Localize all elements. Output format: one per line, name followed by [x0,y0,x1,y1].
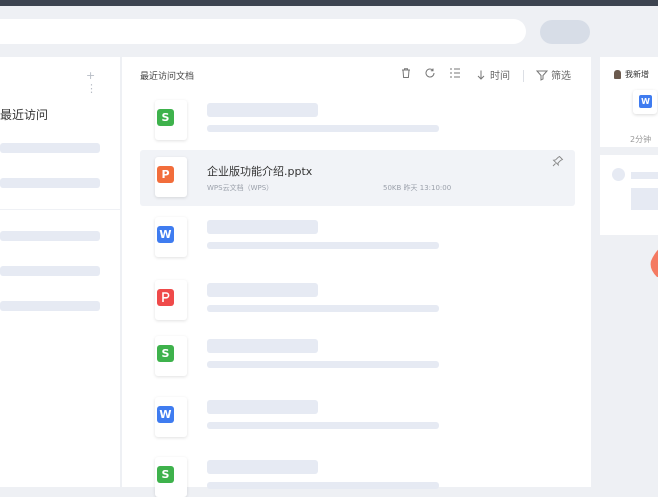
file-size-time: 50KB 昨天 13:10:00 [383,184,452,192]
delete-button[interactable] [400,67,412,79]
toolbar-divider [523,70,524,82]
divider [0,209,120,210]
file-icon: S [155,336,187,376]
sort-time-button[interactable]: 时间 [475,67,510,82]
file-name-placeholder [207,220,318,234]
spreadsheet-icon: S [157,466,174,483]
file-meta-placeholder [207,305,439,312]
file-meta-placeholder [207,242,439,249]
refresh-button[interactable] [424,67,436,79]
file-icon: S [155,457,187,497]
decoration-shape [650,249,658,277]
sidebar-placeholder [0,231,100,241]
pin-icon[interactable] [552,155,564,167]
spreadsheet-icon: S [157,109,174,126]
sidebar-placeholder [0,143,100,153]
file-meta-placeholder [207,125,439,132]
filter-label: 筛选 [551,71,571,82]
user-avatar-icon [614,70,621,79]
sidebar-item-recent[interactable]: 最近访问 [0,106,48,123]
word-doc-icon: W [639,95,652,108]
word-doc-icon: W [157,406,174,423]
search-input[interactable] [0,19,526,44]
file-name[interactable]: 企业版功能介绍.pptx [207,163,312,179]
file-row-selected[interactable] [140,150,575,206]
file-icon: P [155,157,187,197]
file-name-placeholder [207,103,318,117]
filter-button[interactable]: 筛选 [536,67,571,82]
refresh-icon [425,68,435,78]
sidebar-placeholder [0,178,100,188]
trash-icon [402,68,410,78]
word-doc-icon: W [157,226,174,243]
pdf-icon [157,289,174,306]
page-title: 最近访问文档 [140,72,195,82]
list-view-button[interactable] [449,67,461,79]
search-button[interactable] [540,20,590,44]
presentation-icon: P [157,166,174,183]
activity-time: 2分钟 [630,135,652,144]
activity-owner-label: 我新增 [625,70,649,79]
file-name-placeholder [207,283,318,297]
placeholder-card [600,155,658,235]
file-icon [155,280,187,320]
file-name-placeholder [207,460,318,474]
list-icon [450,68,460,78]
file-icon: W [155,217,187,257]
sidebar-placeholder [0,266,100,276]
file-icon: W [155,397,187,437]
sort-down-icon [477,70,485,80]
filter-icon [536,70,548,81]
placeholder-avatar [612,168,625,181]
file-meta-placeholder [207,361,439,368]
activity-card[interactable]: 我新增 W 2分钟 [600,57,658,147]
file-name-placeholder [207,400,318,414]
spreadsheet-icon: S [157,345,174,362]
placeholder-block [631,188,658,210]
file-source: WPS云文档（WPS） [207,184,274,192]
sidebar-actions[interactable]: + ⋮ [86,69,120,95]
placeholder-line [631,172,658,179]
file-meta-placeholder [207,422,439,429]
title-bar [0,0,658,6]
sidebar-placeholder [0,301,100,311]
file-meta-placeholder [207,482,439,489]
activity-owner: 我新增 [614,69,649,80]
sort-time-label: 时间 [490,71,510,82]
file-name-placeholder [207,339,318,353]
file-icon: S [155,100,187,140]
sidebar: + ⋮ 最近访问 [0,57,120,487]
